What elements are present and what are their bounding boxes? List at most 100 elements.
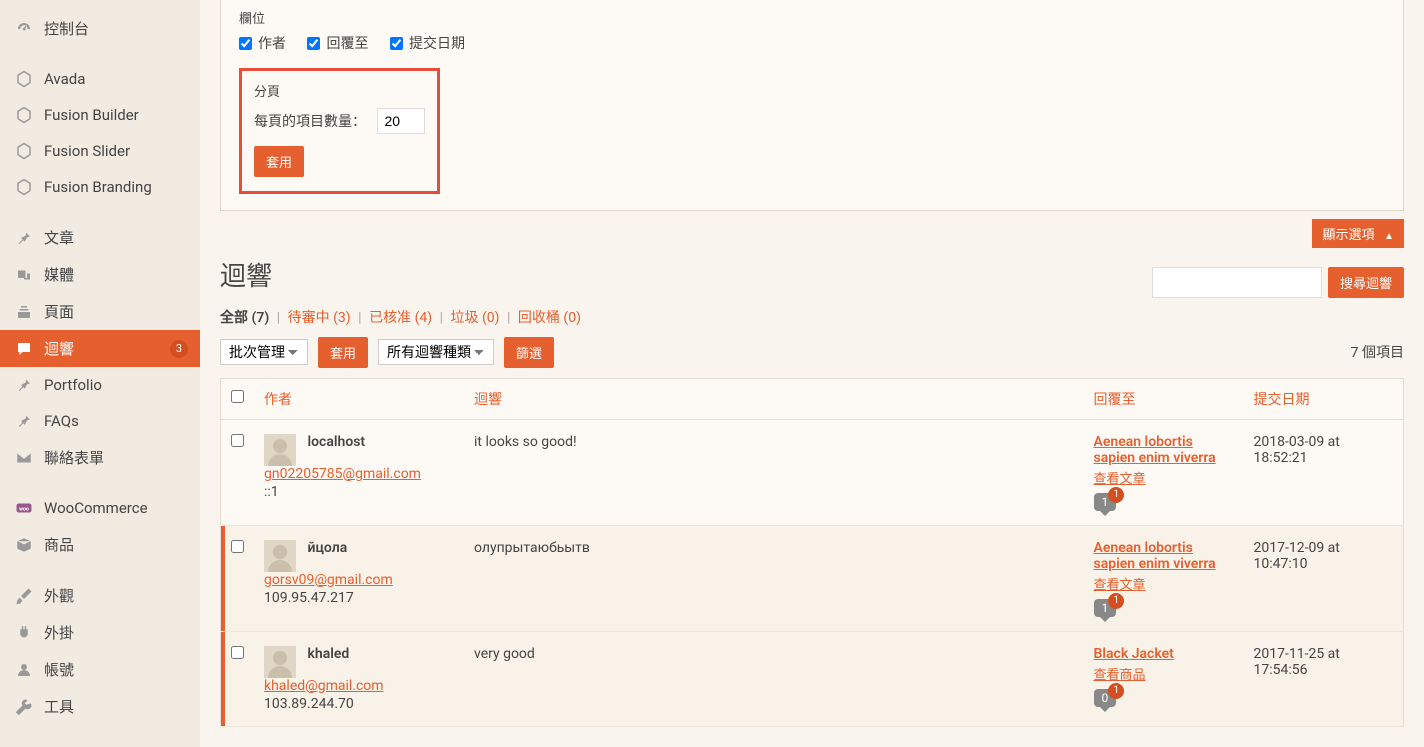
media-icon xyxy=(14,265,34,285)
bulk-apply-button[interactable]: 套用 xyxy=(318,337,368,368)
filter-trash[interactable]: 回收桶 (0) xyxy=(518,310,581,326)
sidebar-item-label: 帳號 xyxy=(44,659,188,680)
pagination-heading: 分頁 xyxy=(254,81,425,100)
sidebar-item-pages[interactable]: 頁面 xyxy=(0,293,200,330)
sidebar-item-label: 控制台 xyxy=(44,18,188,39)
sidebar-item-label: 聯絡表單 xyxy=(44,447,188,468)
apply-screen-options-button[interactable]: 套用 xyxy=(254,146,304,177)
view-post-link[interactable]: 查看文章 xyxy=(1094,574,1234,593)
comment-text: it looks so good! xyxy=(464,419,1084,525)
date-text: 2017-11-25 at 17:54:56 xyxy=(1244,631,1404,726)
comment-bubble[interactable]: 0 1 xyxy=(1094,689,1117,707)
pending-count-badge: 3 xyxy=(170,340,188,358)
filter-spam[interactable]: 垃圾 (0) xyxy=(451,310,500,326)
author-ip: 103.89.244.70 xyxy=(264,696,454,712)
per-page-input[interactable] xyxy=(377,108,425,134)
sidebar-item-fusion-builder[interactable]: Fusion Builder xyxy=(0,97,200,133)
reply-post-link[interactable]: Black Jacket xyxy=(1094,646,1174,662)
col-reply-to[interactable]: 回覆至 xyxy=(1084,378,1244,419)
author-ip: 109.95.47.217 xyxy=(264,590,454,606)
select-all-checkbox[interactable] xyxy=(231,390,244,403)
search-comments-button[interactable]: 搜尋迴響 xyxy=(1328,267,1404,298)
avatar xyxy=(264,646,296,678)
hex-icon xyxy=(14,69,34,89)
column-toggle-reply[interactable]: 回覆至 xyxy=(307,33,368,53)
sidebar-item-avada[interactable]: Avada xyxy=(0,61,200,97)
sidebar-item-label: 迴響 xyxy=(44,338,166,359)
woo-icon: woo xyxy=(14,498,34,518)
sidebar-item-portfolio[interactable]: Portfolio xyxy=(0,367,200,403)
col-checkbox xyxy=(221,378,255,419)
row-checkbox[interactable] xyxy=(231,540,244,553)
comment-type-select[interactable]: 所有迴響種類 xyxy=(378,339,494,365)
sidebar-item-comments[interactable]: 迴響 3 xyxy=(0,330,200,367)
comment-text: олупрытаюбьытв xyxy=(464,525,1084,631)
sidebar-item-label: Portfolio xyxy=(44,376,188,394)
screen-options-toggle-button[interactable]: 顯示選項 ▲ xyxy=(1312,219,1404,248)
gauge-icon xyxy=(14,19,34,39)
status-filter-links: 全部 (7) | 待審中 (3) | 已核准 (4) | 垃圾 (0) | 回收… xyxy=(220,307,1404,327)
checkbox-author[interactable] xyxy=(239,37,252,50)
triangle-up-icon: ▲ xyxy=(1384,231,1394,242)
plug-icon xyxy=(14,623,34,643)
view-post-link[interactable]: 查看商品 xyxy=(1094,664,1234,683)
checkbox-date[interactable] xyxy=(390,37,403,50)
wrench-icon xyxy=(14,697,34,717)
checkbox-reply[interactable] xyxy=(307,37,320,50)
filter-pending[interactable]: 待審中 (3) xyxy=(288,310,351,326)
column-toggle-author[interactable]: 作者 xyxy=(239,33,286,53)
sidebar-item-users[interactable]: 帳號 xyxy=(0,651,200,688)
bulk-action-select[interactable]: 批次管理 xyxy=(220,339,308,365)
comment-bubble[interactable]: 1 1 xyxy=(1094,493,1117,511)
comment-icon xyxy=(14,339,34,359)
author-name: йцола xyxy=(307,540,347,556)
sidebar-item-label: 工具 xyxy=(44,696,188,717)
row-checkbox[interactable] xyxy=(231,434,244,447)
sidebar-item-contact[interactable]: 聯絡表單 xyxy=(0,439,200,476)
pin-icon xyxy=(14,228,34,248)
col-date[interactable]: 提交日期 xyxy=(1244,378,1404,419)
search-bar: 搜尋迴響 xyxy=(1152,267,1404,298)
table-nav: 批次管理 套用 所有迴響種類 篩選 7 個項目 xyxy=(220,337,1404,368)
sidebar-item-woocommerce[interactable]: woo WooCommerce xyxy=(0,490,200,526)
search-comments-input[interactable] xyxy=(1152,267,1322,298)
table-row: localhost gn02205785@gmail.com ::1 it lo… xyxy=(221,419,1404,525)
reply-post-link[interactable]: Aenean lobortis sapien enim viverra xyxy=(1094,434,1216,466)
author-email-link[interactable]: gn02205785@gmail.com xyxy=(264,466,421,482)
column-toggle-date[interactable]: 提交日期 xyxy=(390,33,465,53)
author-ip: ::1 xyxy=(264,484,454,500)
sidebar-item-products[interactable]: 商品 xyxy=(0,526,200,563)
reply-post-link[interactable]: Aenean lobortis sapien enim viverra xyxy=(1094,540,1216,572)
sidebar-item-label: WooCommerce xyxy=(44,499,188,517)
sidebar-item-dashboard[interactable]: 控制台 xyxy=(0,10,200,47)
pagination-highlight-box: 分頁 每頁的項目數量： 套用 xyxy=(239,68,440,194)
sidebar-item-plugins[interactable]: 外掛 xyxy=(0,614,200,651)
row-checkbox[interactable] xyxy=(231,646,244,659)
sidebar-item-label: Fusion Builder xyxy=(44,106,188,124)
pin-icon xyxy=(14,411,34,431)
sidebar-item-faqs[interactable]: FAQs xyxy=(0,403,200,439)
sidebar-item-label: FAQs xyxy=(44,412,188,430)
sidebar-item-label: 頁面 xyxy=(44,301,188,322)
sidebar-item-fusion-slider[interactable]: Fusion Slider xyxy=(0,133,200,169)
comment-bubble[interactable]: 1 1 xyxy=(1094,599,1117,617)
table-row: khaled khaled@gmail.com 103.89.244.70 ve… xyxy=(221,631,1404,726)
author-email-link[interactable]: khaled@gmail.com xyxy=(264,678,384,694)
col-author[interactable]: 作者 xyxy=(254,378,464,419)
sidebar-item-posts[interactable]: 文章 xyxy=(0,219,200,256)
date-text: 2018-03-09 at 18:52:21 xyxy=(1244,419,1404,525)
avatar xyxy=(264,434,296,466)
date-text: 2017-12-09 at 10:47:10 xyxy=(1244,525,1404,631)
author-email-link[interactable]: gorsv09@gmail.com xyxy=(264,572,393,588)
view-post-link[interactable]: 查看文章 xyxy=(1094,468,1234,487)
sidebar-item-label: 外掛 xyxy=(44,622,188,643)
author-name: localhost xyxy=(307,434,365,450)
pin-icon xyxy=(14,375,34,395)
sidebar-item-tools[interactable]: 工具 xyxy=(0,688,200,725)
sidebar-item-fusion-branding[interactable]: Fusion Branding xyxy=(0,169,200,205)
filter-approved[interactable]: 已核准 (4) xyxy=(369,310,432,326)
user-icon xyxy=(14,660,34,680)
sidebar-item-appearance[interactable]: 外觀 xyxy=(0,577,200,614)
filter-button[interactable]: 篩選 xyxy=(504,337,554,368)
sidebar-item-media[interactable]: 媒體 xyxy=(0,256,200,293)
